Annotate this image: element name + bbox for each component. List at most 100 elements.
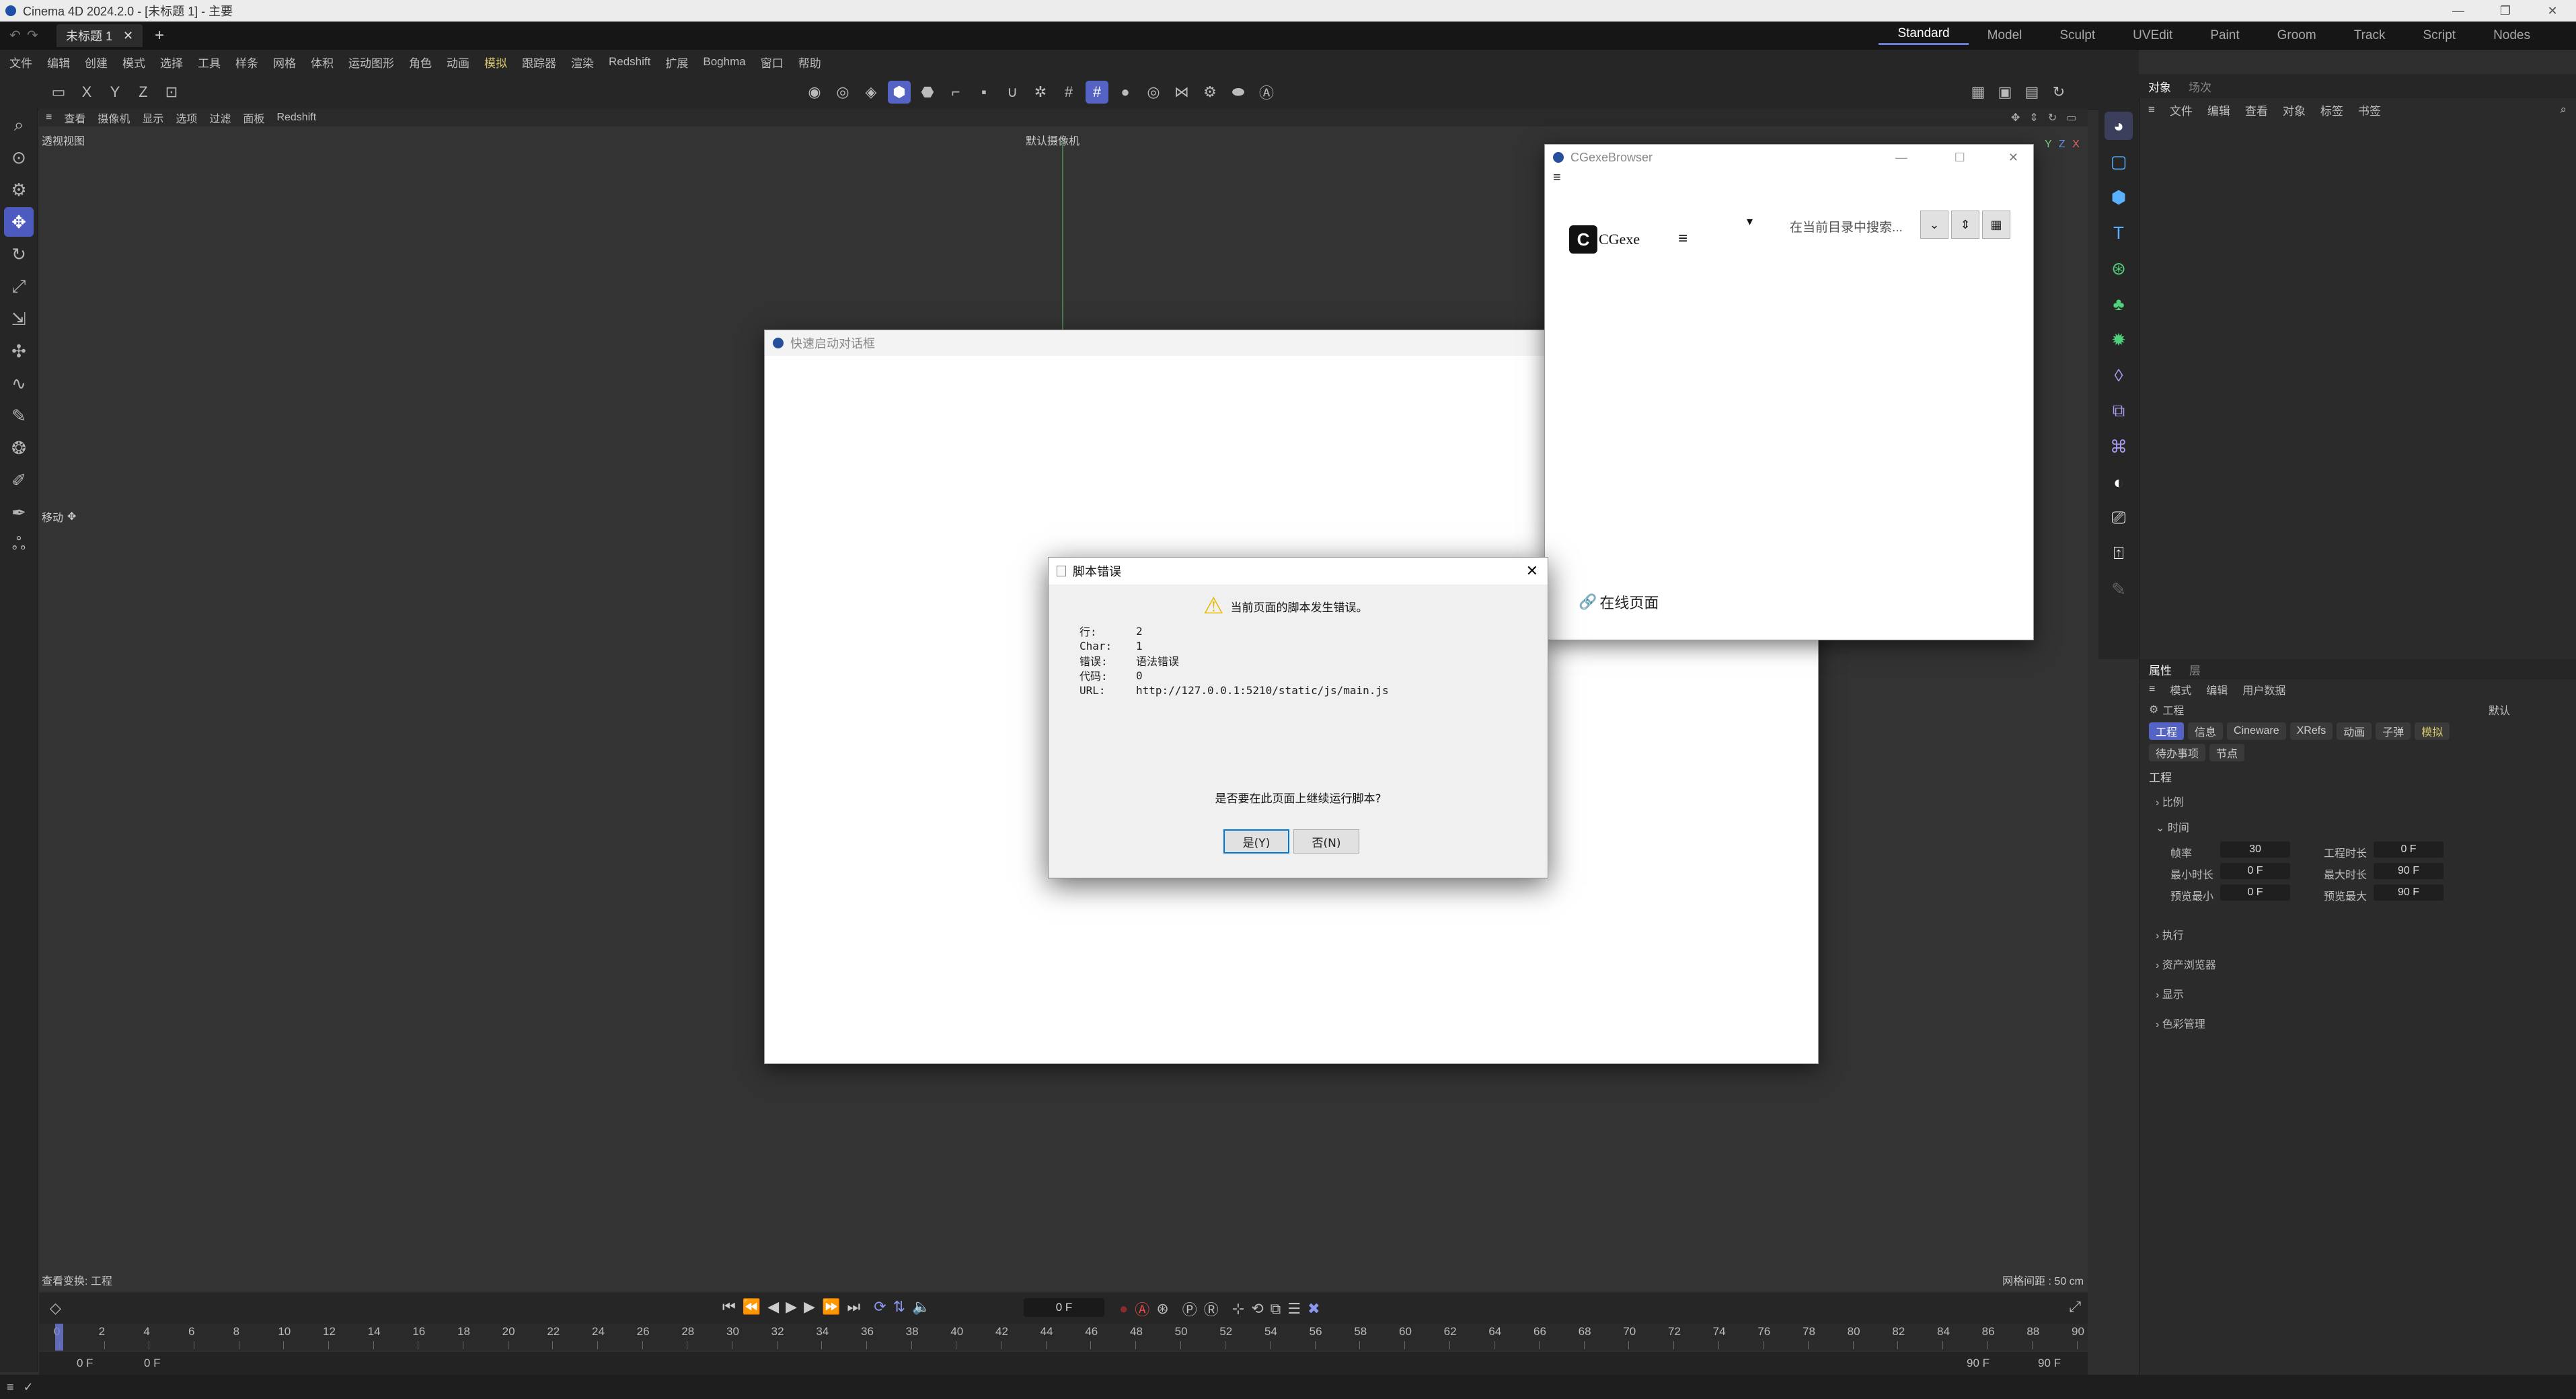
spline-pen-icon[interactable]: ∿ [4, 369, 34, 398]
menu-redshift[interactable]: Redshift [609, 55, 650, 69]
auto-key-icon[interactable]: Ⓐ [1135, 1298, 1149, 1320]
chip-animation[interactable]: 动画 [2337, 722, 2372, 740]
edit-icon[interactable]: ✎ [2105, 575, 2133, 603]
chip-bullet[interactable]: 子弹 [2376, 722, 2411, 740]
workplane-icon[interactable]: ▪ [973, 81, 995, 104]
light-icon[interactable]: ⍐ [2105, 539, 2133, 568]
timeline-ruler[interactable]: 0246810121416182022242628303234363840424… [39, 1324, 2088, 1351]
tab-attributes[interactable]: 属性 [2149, 661, 2172, 678]
extrude-tool-icon[interactable]: ✣ [4, 336, 34, 366]
grid-snap-icon[interactable]: # [1086, 81, 1108, 104]
render-view-icon[interactable]: ▣ [1994, 81, 2016, 104]
scale-tool-icon[interactable]: ⤢ [4, 272, 34, 301]
key-param-icon[interactable]: ⟲ [1251, 1300, 1263, 1318]
menu-boghma[interactable]: Boghma [703, 55, 745, 69]
layout-nodes[interactable]: Nodes [2474, 28, 2549, 43]
render-region-icon[interactable]: ▦ [1967, 81, 1990, 104]
menu-spline[interactable]: 样条 [235, 54, 258, 71]
polygons-mode-icon[interactable]: ◈ [860, 81, 882, 104]
toggle-icon[interactable]: ⬬ [1227, 81, 1250, 104]
coordinate-system-icon[interactable]: ⊡ [160, 81, 183, 104]
menu-mesh[interactable]: 网格 [273, 54, 296, 71]
objects-menu-view[interactable]: 查看 [2245, 102, 2268, 118]
cgexe-menu-icon[interactable]: ≡ [1678, 229, 1688, 248]
spline-icon[interactable]: ⌘ [2105, 432, 2133, 461]
zoom-icon[interactable]: ⇕ [2029, 111, 2038, 124]
objects-menu-edit[interactable]: 编辑 [2207, 102, 2230, 118]
sculpt-brush-icon[interactable]: ❂ [4, 433, 34, 463]
record-icon[interactable]: ● [1119, 1300, 1128, 1318]
layout-script[interactable]: Script [2404, 28, 2475, 43]
browser-titlebar[interactable]: CGexeBrowser — ☐ ✕ [1545, 145, 2033, 170]
rotate-tool-icon[interactable]: ↻ [4, 239, 34, 269]
preset-dropdown[interactable]: 默认 [2482, 702, 2563, 718]
objects-menu-tags[interactable]: 标签 [2320, 102, 2343, 118]
camera-label[interactable]: 默认摄像机 [1026, 132, 1079, 148]
object-mode-icon[interactable]: ⬢ [888, 81, 911, 104]
viewport-menu-redshift[interactable]: Redshift [276, 112, 316, 124]
caret-down-icon[interactable]: ▾ [1747, 215, 1753, 229]
viewport-solo-icon[interactable]: ◎ [1142, 81, 1165, 104]
render-settings-icon[interactable]: ▤ [2020, 81, 2043, 104]
move-tool-icon[interactable]: ✥ [4, 207, 34, 237]
menu-animate[interactable]: 动画 [447, 54, 469, 71]
live-selection-icon[interactable]: ⊙ [4, 143, 34, 172]
online-page-link[interactable]: 🔗 在线页面 [1579, 591, 1659, 613]
status-menu-icon[interactable]: ≡ [7, 1380, 14, 1394]
viewport-menu-panel[interactable]: 面板 [243, 110, 264, 126]
new-tab-icon[interactable]: + [155, 26, 164, 45]
magnet-icon[interactable]: ∪ [1001, 81, 1024, 104]
layout-uvedit[interactable]: UVEdit [2114, 28, 2191, 43]
z-axis-icon[interactable]: Z [132, 81, 155, 104]
prev-key-icon[interactable]: ⏪ [743, 1298, 761, 1316]
layout-model[interactable]: Model [1969, 28, 2041, 43]
menu-simulate[interactable]: 模拟 [484, 54, 507, 71]
tab-objects[interactable]: 对象 [2148, 78, 2171, 95]
object-manager-icon[interactable]: ◕ [2105, 112, 2133, 140]
key-position-icon[interactable]: Ⓟ [1182, 1298, 1197, 1320]
chip-nodes[interactable]: 节点 [2209, 744, 2245, 761]
effector-icon[interactable]: ♣ [2105, 290, 2133, 318]
x-axis-icon[interactable]: X [75, 81, 98, 104]
play-icon[interactable]: ▶ [786, 1298, 797, 1316]
group-display[interactable]: › 显示 [2139, 985, 2576, 1001]
deformer-icon[interactable]: ◊ [2105, 361, 2133, 389]
key-pla-icon[interactable]: ⧉ [1271, 1300, 1281, 1318]
camera-icon[interactable]: ⎚ [2105, 504, 2133, 532]
minimize-button[interactable]: — [2435, 4, 2482, 18]
uv-mode-icon[interactable]: ⬣ [916, 81, 939, 104]
axis-modifier-icon[interactable]: ✲ [1029, 81, 1052, 104]
layout-standard[interactable]: Standard [1879, 26, 1969, 45]
menu-mode[interactable]: 模式 [122, 54, 145, 71]
error-dialog-close-button[interactable]: ✕ [1526, 563, 1538, 580]
script-icon[interactable]: Ⓐ [1255, 81, 1278, 104]
min-time-field[interactable]: 0 F [2220, 863, 2290, 879]
group-time[interactable]: ⌄ 时间 [2139, 819, 2576, 835]
generator-icon[interactable]: ⧉ [2105, 397, 2133, 425]
objects-menu-icon[interactable]: ≡ [2148, 103, 2155, 116]
attributes-menu-icon[interactable]: ≡ [2149, 683, 2155, 695]
layout-sculpt[interactable]: Sculpt [2041, 28, 2114, 43]
viewport-menu-options[interactable]: 选项 [176, 110, 197, 126]
pan-icon[interactable]: ✥ [2011, 111, 2020, 124]
prev-frame-icon[interactable]: ◀ [767, 1298, 779, 1316]
snap-frames-icon[interactable]: ✖ [1308, 1300, 1320, 1318]
menu-character[interactable]: 角色 [409, 54, 432, 71]
playback-rate-icon[interactable]: ⇅ [893, 1298, 905, 1316]
solo-icon[interactable]: ● [1114, 81, 1137, 104]
browser-close-button[interactable]: ✕ [2008, 151, 2018, 165]
chip-project[interactable]: 工程 [2149, 722, 2185, 740]
close-tab-icon[interactable]: ✕ [123, 29, 133, 43]
go-to-end-icon[interactable]: ⏭ [847, 1298, 860, 1316]
go-to-start-icon[interactable]: ⏮ [722, 1298, 736, 1316]
attributes-menu-userdata[interactable]: 用户数据 [2242, 681, 2285, 697]
grid-icon[interactable]: # [1057, 81, 1080, 104]
settings-gear-icon[interactable]: ⚙ [1199, 81, 1221, 104]
tab-layers[interactable]: 层 [2189, 661, 2201, 678]
redo-icon[interactable]: ↷ [27, 27, 38, 44]
cube-icon[interactable]: ⬢ [2105, 183, 2133, 211]
no-button[interactable]: 否(N) [1293, 829, 1359, 854]
next-key-icon[interactable]: ⏩ [822, 1298, 840, 1316]
keyframe-icon[interactable]: ◇ [50, 1299, 61, 1317]
attributes-menu-mode[interactable]: 模式 [2170, 681, 2191, 697]
